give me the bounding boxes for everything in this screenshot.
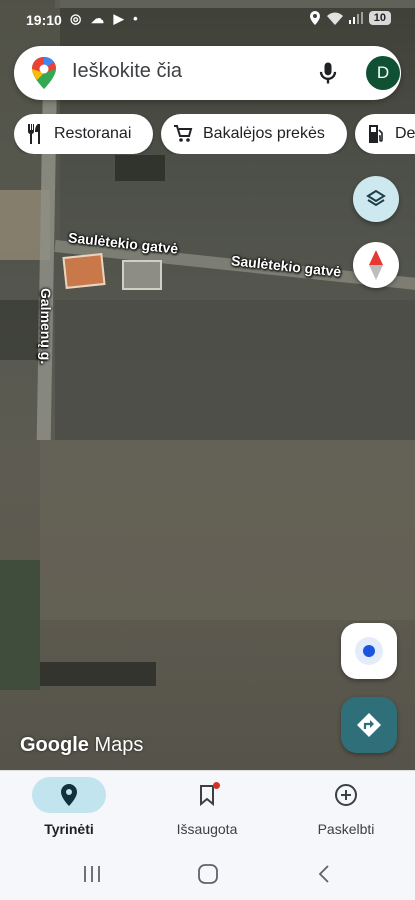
directions-icon <box>357 713 381 737</box>
search-input[interactable]: Ieškokite čia <box>72 60 182 83</box>
layers-button[interactable] <box>353 176 399 222</box>
signal-icon <box>348 12 363 24</box>
tab-label: Tyrinėti <box>44 821 94 837</box>
system-navigation-bar <box>0 848 415 900</box>
chip-label: Bakalėjos prekės <box>203 125 325 142</box>
add-circle-icon <box>335 784 357 806</box>
pin-icon <box>61 784 77 806</box>
tab-label: Išsaugota <box>176 821 238 837</box>
street-label[interactable]: Galmenų g. <box>38 288 54 364</box>
chip-groceries[interactable]: Bakalėjos prekės <box>161 114 347 154</box>
home-icon <box>198 864 218 884</box>
home-button[interactable] <box>194 860 222 888</box>
recent-apps-icon <box>84 866 100 882</box>
recent-apps-button[interactable] <box>78 860 106 888</box>
tab-saved[interactable]: Išsaugota <box>142 777 272 847</box>
chip-label: De <box>395 125 415 142</box>
my-location-button[interactable] <box>341 623 397 679</box>
construction-site <box>122 260 162 290</box>
tab-label: Paskelbti <box>317 821 375 837</box>
wifi-icon <box>326 12 343 25</box>
my-location-icon <box>355 637 383 665</box>
battery-level: 10 <box>368 11 391 25</box>
microphone-icon[interactable] <box>314 59 342 87</box>
system-icons: 10 <box>309 11 391 25</box>
search-bar[interactable]: Ieškokite čia D <box>14 46 401 100</box>
house-building <box>62 252 106 290</box>
compass-icon <box>369 250 383 280</box>
dark-field <box>55 300 415 440</box>
tilled-strip <box>115 155 165 181</box>
nav-icon-container <box>32 777 106 813</box>
status-bar: 19:10 ◎ ☁ ▶ • 10 <box>0 0 415 40</box>
directions-button[interactable] <box>341 697 397 753</box>
google-logo-text: Google <box>20 734 89 756</box>
back-icon <box>318 865 329 883</box>
location-icon <box>309 11 320 25</box>
tab-explore[interactable]: Tyrinėti <box>4 777 134 847</box>
back-button[interactable] <box>310 860 338 888</box>
clock: 19:10 <box>26 12 62 28</box>
account-avatar[interactable]: D <box>366 56 400 90</box>
fuel-icon <box>369 125 383 143</box>
google-maps-logo: Google Maps <box>20 734 143 757</box>
tilled-strip <box>40 662 156 686</box>
fork-knife-icon <box>27 124 40 144</box>
compass-button[interactable] <box>353 242 399 288</box>
cart-icon <box>174 125 193 142</box>
bottom-navigation: Tyrinėti Išsaugota Paskelbti <box>0 770 415 848</box>
light-field <box>40 440 415 620</box>
green-strip <box>0 560 40 690</box>
maps-pin-logo-icon <box>32 57 56 89</box>
category-chips: Restoranai Bakalėjos prekės De <box>14 114 415 154</box>
chip-gas[interactable]: De <box>355 114 415 154</box>
chip-restaurants[interactable]: Restoranai <box>14 114 153 154</box>
chip-label: Restoranai <box>54 125 132 142</box>
tilled-strip <box>0 300 38 360</box>
layers-icon <box>366 189 386 207</box>
maps-logo-text: Maps <box>94 734 144 756</box>
nav-icon-container <box>309 777 383 813</box>
tab-contribute[interactable]: Paskelbti <box>281 777 411 847</box>
nav-icon-container <box>170 777 244 813</box>
notification-dot <box>213 782 220 789</box>
notification-icons: ◎ ☁ ▶ • <box>70 11 141 26</box>
